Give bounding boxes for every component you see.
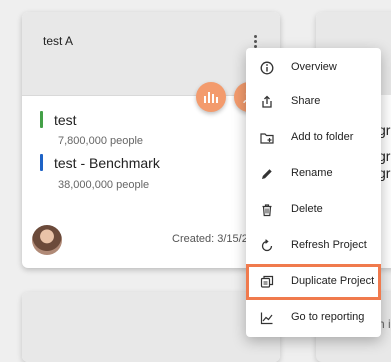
project-context-menu: Overview Share Add to folder Rename Dele… (246, 48, 381, 337)
menu-item-share[interactable]: Share (246, 84, 381, 120)
menu-item-rename[interactable]: Rename (246, 156, 381, 192)
card-header (22, 292, 280, 362)
menu-item-label: Add to folder (291, 131, 354, 143)
chart-line-icon (260, 312, 273, 325)
menu-item-label: Delete (291, 203, 323, 215)
menu-item-label: Overview (291, 61, 337, 73)
series-name: test (54, 112, 77, 128)
bar-chart-icon (204, 92, 218, 103)
series-count: 38,000,000 people (58, 179, 150, 191)
project-card[interactable]: test A test 7,800,000 people test - Benc… (22, 12, 280, 268)
bar-chart-fab-button[interactable] (196, 82, 226, 112)
menu-item-label: Rename (291, 167, 333, 179)
series-color-bar (40, 111, 43, 128)
series-name: test - Benchmark (54, 155, 160, 171)
menu-item-add-to-folder[interactable]: Add to folder (246, 120, 381, 156)
menu-item-label: Go to reporting (291, 311, 365, 323)
trash-icon (262, 204, 272, 217)
pencil-icon (262, 169, 272, 179)
card-title: test A (43, 34, 74, 48)
info-icon (260, 61, 274, 75)
menu-item-overview[interactable]: Overview (246, 50, 381, 86)
series-count: 7,800,000 people (58, 135, 144, 147)
avatar (32, 225, 62, 255)
menu-item-go-to-reporting[interactable]: Go to reporting (246, 300, 381, 336)
menu-item-label: Share (291, 95, 321, 107)
add-folder-icon (260, 133, 274, 144)
series-color-bar (40, 154, 43, 171)
share-icon (262, 95, 272, 108)
menu-item-duplicate-project[interactable]: Duplicate Project (246, 264, 381, 300)
duplicate-icon (260, 275, 274, 288)
menu-item-delete[interactable]: Delete (246, 192, 381, 228)
menu-item-refresh-project[interactable]: Refresh Project (246, 228, 381, 264)
created-date: Created: 3/15/2 (172, 233, 248, 245)
menu-item-label: Refresh Project (291, 239, 367, 251)
menu-item-label: Duplicate Project (291, 275, 375, 287)
project-card-bottom-left[interactable] (22, 292, 280, 362)
refresh-icon (261, 239, 273, 252)
